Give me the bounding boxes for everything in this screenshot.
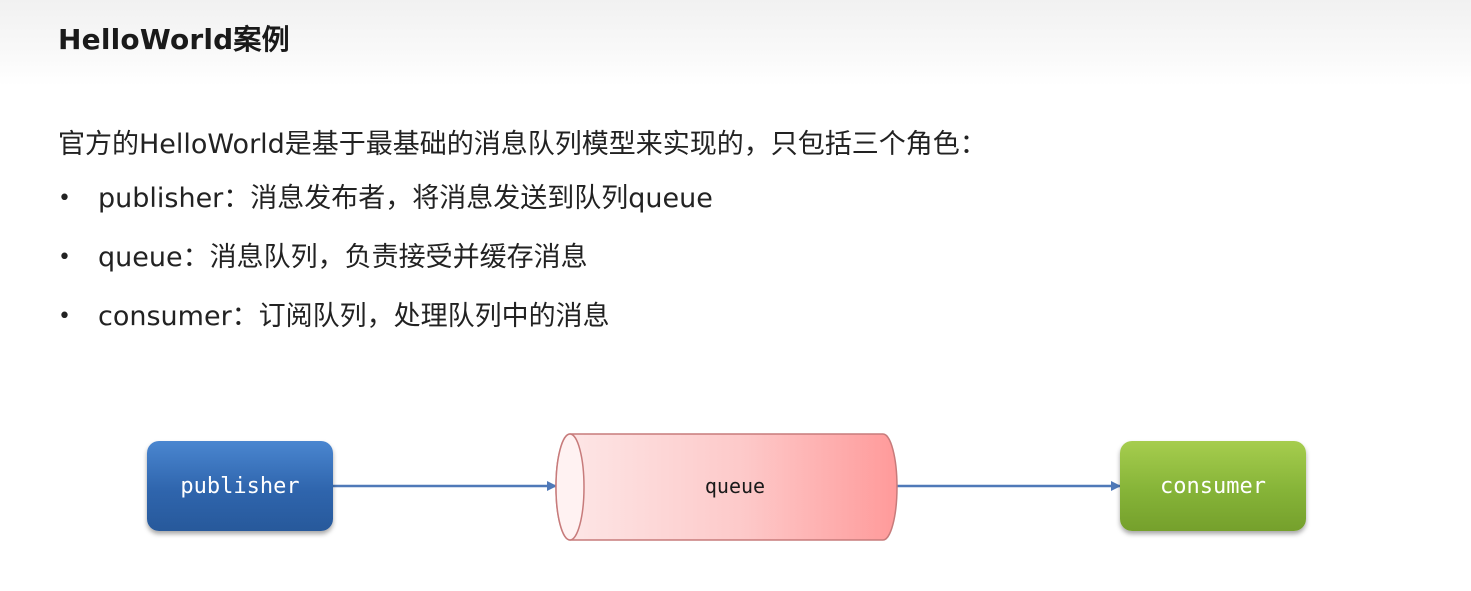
publisher-node: publisher [147, 441, 333, 531]
queue-label: queue [704, 474, 766, 498]
consumer-node: consumer [1120, 441, 1306, 531]
